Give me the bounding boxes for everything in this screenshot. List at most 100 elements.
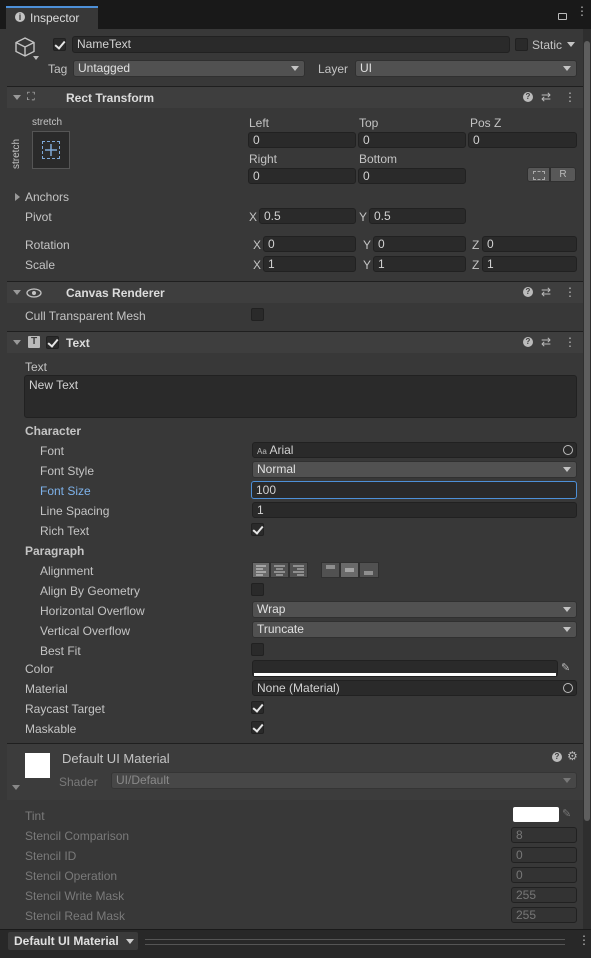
best-fit-checkbox[interactable] (251, 643, 264, 656)
anchors-label[interactable]: Anchors (25, 190, 69, 204)
stencil-write-field[interactable]: 255 (511, 887, 577, 903)
scale-z-label: Z (472, 258, 480, 272)
v-overflow-dropdown[interactable]: Truncate (252, 621, 577, 638)
raycast-checkbox[interactable] (251, 701, 264, 714)
anchor-preset-button[interactable] (32, 131, 70, 169)
static-toggle[interactable] (515, 38, 528, 51)
posz-label: Pos Z (470, 116, 502, 130)
help-icon[interactable]: ? (552, 752, 562, 762)
align-geometry-checkbox[interactable] (251, 583, 264, 596)
align-right-button[interactable] (289, 562, 308, 578)
component-menu-icon[interactable]: ⋮ (564, 90, 576, 104)
static-dropdown-arrow[interactable] (567, 42, 575, 47)
color-swatch (254, 673, 556, 676)
gear-icon[interactable]: ⚙ (567, 749, 578, 763)
rot-y-field[interactable]: 0 (373, 236, 466, 252)
rot-z-field[interactable]: 0 (482, 236, 577, 252)
rot-x-field[interactable]: 0 (263, 236, 356, 252)
preview-drag-handle[interactable] (145, 939, 565, 945)
presets-icon[interactable]: ⇄ (541, 335, 551, 349)
rich-text-checkbox[interactable] (251, 523, 264, 536)
tint-label: Tint (25, 809, 45, 823)
font-style-label: Font Style (40, 464, 95, 478)
material-foldout-icon[interactable] (12, 785, 20, 790)
valign-top-button[interactable] (321, 562, 340, 578)
valign-bottom-button[interactable] (359, 562, 379, 578)
color-field[interactable] (252, 660, 558, 677)
h-overflow-label: Horizontal Overflow (40, 604, 145, 618)
presets-icon[interactable]: ⇄ (541, 90, 551, 104)
help-icon[interactable]: ? (523, 337, 533, 347)
object-name-field[interactable]: NameText (72, 36, 510, 53)
best-fit-label: Best Fit (40, 644, 81, 658)
stencil-read-field[interactable]: 255 (511, 907, 577, 923)
pivot-x-field[interactable]: 0.5 (259, 208, 356, 224)
top-field[interactable]: 0 (358, 132, 466, 148)
font-style-dropdown[interactable]: Normal (252, 461, 577, 478)
align-center-button[interactable] (270, 562, 289, 578)
component-menu-icon[interactable]: ⋮ (564, 285, 576, 299)
stencil-op-label: Stencil Operation (25, 869, 118, 883)
stencil-op-field[interactable]: 0 (511, 867, 577, 883)
anchors-foldout-icon[interactable] (15, 193, 20, 201)
icon-dropdown-arrow[interactable] (33, 56, 39, 60)
eyedropper-icon[interactable]: ✎ (561, 661, 570, 674)
material-field[interactable]: None (Material) (252, 680, 577, 696)
stencil-comp-field[interactable]: 8 (511, 827, 577, 843)
object-picker-icon[interactable] (563, 445, 573, 455)
h-overflow-dropdown[interactable]: Wrap (252, 601, 577, 618)
preview-dropdown[interactable]: Default UI Material (8, 932, 138, 950)
gameobject-icon (14, 36, 36, 58)
font-field[interactable]: Aa Arial (252, 442, 577, 458)
pivot-y-label: Y (359, 210, 368, 224)
cull-checkbox[interactable] (251, 308, 264, 321)
align-right-icon (293, 565, 304, 576)
maskable-label: Maskable (25, 722, 77, 736)
help-icon[interactable]: ? (523, 287, 533, 297)
right-field[interactable]: 0 (248, 168, 356, 184)
foldout-arrow-icon (13, 290, 21, 295)
bottom-field[interactable]: 0 (358, 168, 466, 184)
shader-dropdown[interactable]: UI/Default (111, 772, 577, 789)
object-picker-icon[interactable] (563, 683, 573, 693)
align-left-button[interactable] (252, 562, 270, 578)
pivot-y-field[interactable]: 0.5 (369, 208, 466, 224)
scrollbar-thumb[interactable] (584, 41, 590, 821)
tab-menu-icon[interactable]: ⋮ (576, 5, 588, 17)
left-field[interactable]: 0 (248, 132, 356, 148)
rect-transform-icon: ⛶ (27, 91, 35, 103)
eyedropper-icon[interactable]: ✎ (562, 807, 571, 820)
component-menu-icon[interactable]: ⋮ (564, 335, 576, 349)
scrollbar-track[interactable] (583, 29, 591, 929)
text-area[interactable]: New Text (24, 375, 577, 418)
stencil-id-field[interactable]: 0 (511, 847, 577, 863)
scale-z-field[interactable]: 1 (482, 256, 577, 272)
preview-menu-icon[interactable]: ⋮ (578, 933, 590, 947)
line-spacing-field[interactable]: 1 (252, 502, 577, 518)
blueprint-mode-button[interactable] (527, 167, 550, 182)
text-enabled-toggle[interactable] (46, 336, 59, 349)
align-center-icon (274, 565, 285, 576)
scale-x-field[interactable]: 1 (263, 256, 356, 272)
presets-icon[interactable]: ⇄ (541, 285, 551, 299)
scale-y-field[interactable]: 1 (373, 256, 466, 272)
tint-swatch[interactable] (513, 807, 559, 822)
rect-transform-header[interactable]: ⛶ Rect Transform ? ⇄ ⋮ (7, 86, 583, 108)
anchor-preset-v-label: stretch (11, 138, 23, 170)
help-icon[interactable]: ? (523, 92, 533, 102)
lock-icon[interactable] (558, 13, 567, 20)
v-overflow-value: Truncate (257, 622, 304, 636)
maskable-checkbox[interactable] (251, 721, 264, 734)
posz-field[interactable]: 0 (468, 132, 577, 148)
rich-text-label: Rich Text (40, 524, 90, 538)
font-size-field[interactable]: 100 (251, 481, 577, 499)
tag-dropdown[interactable]: Untagged (73, 60, 305, 77)
canvas-renderer-header[interactable]: Canvas Renderer ? ⇄ ⋮ (7, 281, 583, 303)
layer-dropdown[interactable]: UI (355, 60, 577, 77)
text-component-icon: T (28, 336, 40, 348)
raw-edit-button[interactable]: R (550, 167, 576, 182)
active-toggle[interactable] (53, 38, 66, 51)
tab-inspector[interactable]: i Inspector (6, 6, 98, 29)
text-header[interactable]: T Text ? ⇄ ⋮ (7, 331, 583, 353)
valign-middle-button[interactable] (340, 562, 359, 578)
